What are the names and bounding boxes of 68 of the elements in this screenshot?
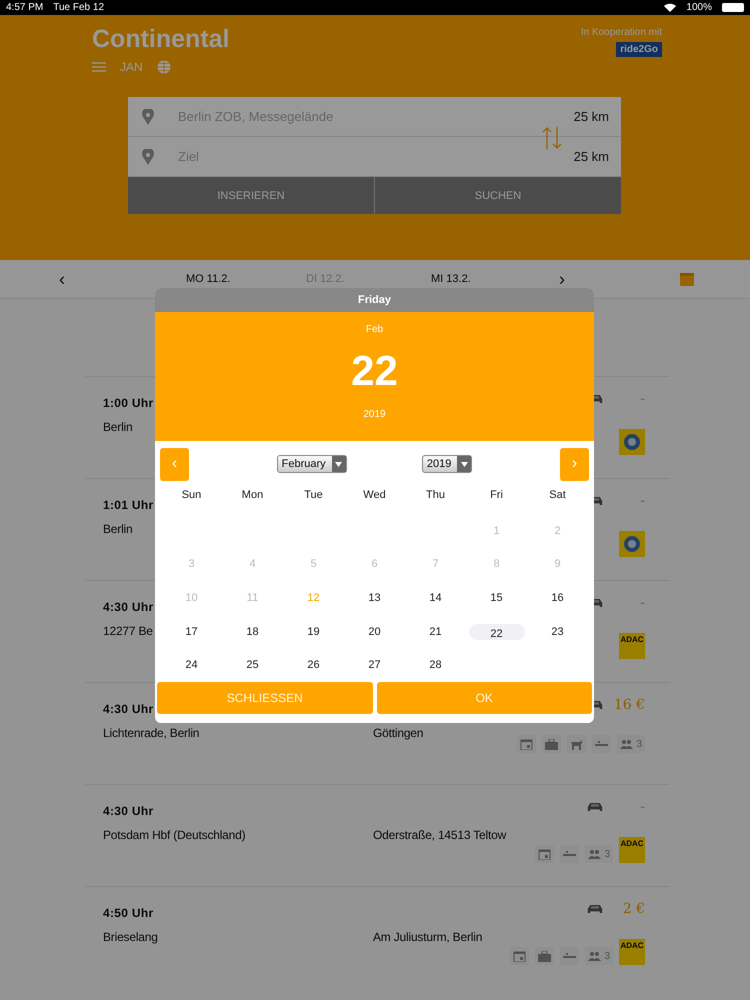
calendar-day[interactable]: 14 [408, 588, 464, 608]
origin-text: Berlin [103, 420, 132, 434]
next-day-button[interactable]: › [555, 268, 569, 290]
calendar-day[interactable]: 27 [346, 655, 402, 676]
price-text: - [639, 799, 645, 815]
radius-label[interactable]: 25 km [574, 109, 609, 124]
weekday-label: Thu [425, 488, 446, 503]
departure-time: 1:00 Uhr [103, 396, 154, 410]
status-date: Tue Feb 12 [53, 2, 104, 13]
seat-count: 3 [636, 738, 642, 750]
weekday-label: Wed [362, 488, 387, 503]
calendar-day[interactable]: 16 [530, 588, 586, 608]
destination-text: Am Juliusturm, Berlin [373, 930, 482, 944]
dialog-title: Friday [155, 288, 594, 312]
calendar-day[interactable]: 28 [408, 655, 464, 676]
calendar-day[interactable]: 23 [530, 622, 586, 642]
price-text: - [639, 493, 645, 509]
month-text: Feb [366, 324, 384, 335]
calendar-day[interactable]: 18 [224, 622, 280, 642]
adac-logo: ADAC [619, 939, 645, 965]
radius-label[interactable]: 25 km [574, 149, 609, 164]
origin-text: Berlin [103, 522, 132, 536]
departure-time: 4:30 Uhr [103, 804, 154, 818]
calendar-day[interactable]: 15 [468, 588, 524, 608]
calendar-day[interactable]: 13 [346, 588, 402, 608]
adac-logo: ADAC [619, 633, 645, 659]
battery-percent: 100% [686, 2, 712, 13]
calendar-day[interactable]: 26 [286, 655, 342, 676]
price-text: - [639, 391, 645, 407]
price-text: - [639, 595, 645, 611]
app-title: Continental [92, 25, 230, 54]
month-select[interactable]: February [276, 455, 347, 473]
destination-text: Göttingen [373, 726, 424, 740]
calendar-day[interactable]: 17 [164, 622, 220, 642]
calendar-day[interactable]: 24 [164, 655, 220, 676]
departure-time: 4:30 Uhr [103, 702, 154, 716]
year-text: 2019 [363, 409, 386, 420]
price-text: 16 € [613, 697, 645, 713]
partner-caption: In Kooperation mit [580, 27, 662, 38]
weekday-label: Mon [240, 488, 264, 503]
origin-text: Brieselang [103, 930, 158, 944]
weekday-label: Sat [548, 488, 567, 503]
destination-text: Oderstraße, 14513 Teltow [373, 828, 506, 842]
calendar-day[interactable]: 21 [408, 622, 464, 642]
calendar-day[interactable]: 19 [286, 622, 342, 642]
seat-count: 3 [604, 950, 610, 962]
calendar-day[interactable]: 22 [468, 624, 524, 640]
day-text: 22 [351, 347, 398, 395]
adac-logo: ADAC [619, 837, 645, 863]
origin-text: Lichtenrade, Berlin [103, 726, 200, 740]
calendar-day[interactable]: 20 [346, 622, 402, 642]
origin-text: 12277 Be [103, 624, 153, 638]
day-tab[interactable]: MO 11.2. [180, 272, 236, 286]
partner-logo[interactable]: ride2Go [616, 42, 662, 57]
departure-time: 4:30 Uhr [103, 600, 154, 614]
weekday-label: Tue [303, 488, 324, 503]
departure-time: 4:50 Uhr [103, 906, 154, 920]
weekday-label: Fri [489, 488, 504, 503]
origin-text: Potsdam Hbf (Deutschland) [103, 828, 246, 842]
price-text: 2 € [622, 901, 645, 917]
calendar-day[interactable]: 25 [224, 655, 280, 676]
year-select[interactable]: 2019 [422, 455, 472, 473]
seat-count: 3 [604, 848, 610, 860]
day-tab[interactable]: MI 13.2. [425, 272, 477, 286]
weekday-label: Sun [180, 488, 202, 503]
departure-time: 1:01 Uhr [103, 498, 154, 512]
status-time: 4:57 PM [6, 2, 44, 13]
previous-day-button[interactable]: ‹ [55, 268, 69, 290]
